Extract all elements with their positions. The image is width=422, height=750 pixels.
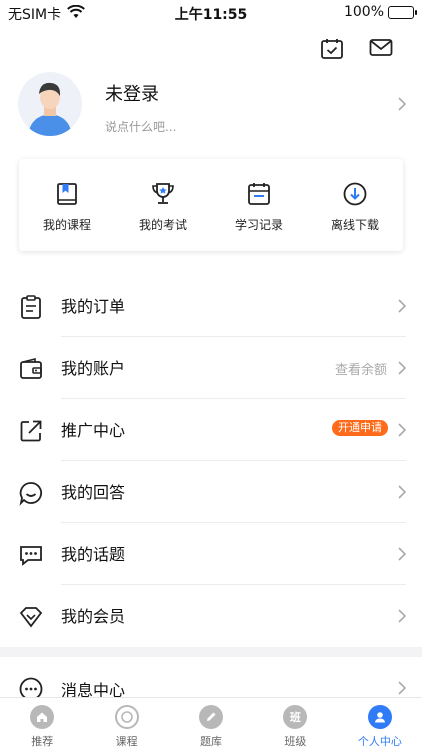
- mail-icon[interactable]: [369, 38, 395, 60]
- chevron-right-icon: [398, 547, 406, 561]
- tab-bar: 推荐 课程 题库 班 班级 个人中心: [0, 697, 422, 750]
- chevron-right-icon: [398, 423, 406, 437]
- menu-item-label: 我的回答: [61, 483, 126, 502]
- quick-action-label: 我的课程: [42, 218, 91, 232]
- menu-item-promotion[interactable]: 推广中心 开通申请: [0, 399, 422, 461]
- menu-item-message-center[interactable]: 消息中心: [0, 657, 422, 701]
- quick-actions-card: 我的课程 我的考试 学习记录 离线下载: [19, 159, 403, 251]
- status-bar: 无SIM卡 上午11:55 100%: [0, 0, 422, 26]
- tab-classes[interactable]: 班 班级: [253, 698, 337, 750]
- avatar[interactable]: [18, 72, 82, 136]
- target-icon: [114, 705, 139, 729]
- chevron-right-icon: [398, 681, 406, 695]
- share-external-icon: [20, 420, 42, 442]
- quick-action-records[interactable]: 学习记录: [211, 159, 307, 251]
- calendar-check-icon[interactable]: [320, 38, 346, 60]
- quick-action-exams[interactable]: 我的考试: [115, 159, 211, 251]
- calendar-icon: [248, 183, 270, 205]
- tab-label: 课程: [115, 735, 138, 748]
- clipboard-icon: [21, 295, 41, 319]
- chevron-right-icon: [398, 485, 406, 499]
- status-right: 100%: [343, 4, 417, 20]
- menu-item-label: 我的账户: [61, 359, 126, 378]
- tab-label: 班级: [284, 735, 307, 748]
- wallet-icon: [20, 357, 42, 379]
- chevron-right-icon: [398, 299, 406, 313]
- menu-item-account[interactable]: 我的账户 查看余额: [0, 337, 422, 399]
- download-icon: [343, 182, 367, 206]
- quick-action-downloads[interactable]: 离线下载: [307, 159, 403, 251]
- battery-percent: 100%: [343, 4, 384, 20]
- tab-profile[interactable]: 个人中心: [338, 698, 422, 750]
- quick-action-label: 我的考试: [138, 218, 187, 232]
- person-icon: [367, 705, 392, 729]
- quick-action-label: 学习记录: [234, 218, 283, 232]
- apply-badge[interactable]: 开通申请: [332, 420, 388, 436]
- menu-list: 我的订单 我的账户 查看余额 推广中心 开通申请 我的回答 我的话题 我的会员: [0, 275, 422, 647]
- menu-item-label: 我的会员: [61, 607, 126, 626]
- avatar-person-icon: [28, 82, 72, 136]
- chat-bubble-icon: [19, 482, 43, 506]
- menu-item-label: 我的话题: [61, 545, 126, 564]
- trophy-icon: [152, 183, 174, 204]
- chevron-right-icon: [398, 361, 406, 375]
- menu-item-label: 推广中心: [61, 421, 126, 440]
- tab-recommend[interactable]: 推荐: [0, 698, 84, 750]
- chevron-right-icon: [398, 609, 406, 623]
- menu-item-label: 我的订单: [61, 297, 126, 316]
- profile-subtitle: 说点什么吧...: [105, 120, 177, 134]
- profile-name[interactable]: 未登录: [105, 80, 159, 106]
- tab-label: 推荐: [31, 735, 54, 748]
- menu-item-membership[interactable]: 我的会员: [0, 585, 422, 647]
- menu-item-hint: 查看余额: [334, 363, 387, 378]
- quick-action-courses[interactable]: 我的课程: [19, 159, 115, 251]
- pencil-icon: [199, 705, 224, 729]
- section-separator: [0, 647, 422, 657]
- chevron-right-icon[interactable]: [398, 96, 407, 115]
- menu-item-topics[interactable]: 我的话题: [0, 523, 422, 585]
- tab-question-bank[interactable]: 题库: [169, 698, 253, 750]
- book-icon: [57, 183, 77, 205]
- class-icon: 班: [283, 705, 308, 729]
- comment-icon: [20, 546, 42, 566]
- tab-label: 题库: [200, 735, 223, 748]
- menu-item-answers[interactable]: 我的回答: [0, 461, 422, 523]
- menu-item-orders[interactable]: 我的订单: [0, 275, 422, 337]
- diamond-icon: [19, 607, 43, 628]
- battery-icon: [388, 5, 417, 19]
- home-icon: [30, 705, 55, 729]
- quick-action-label: 离线下载: [330, 218, 379, 232]
- tab-courses[interactable]: 课程: [84, 698, 168, 750]
- tab-label: 个人中心: [357, 735, 402, 748]
